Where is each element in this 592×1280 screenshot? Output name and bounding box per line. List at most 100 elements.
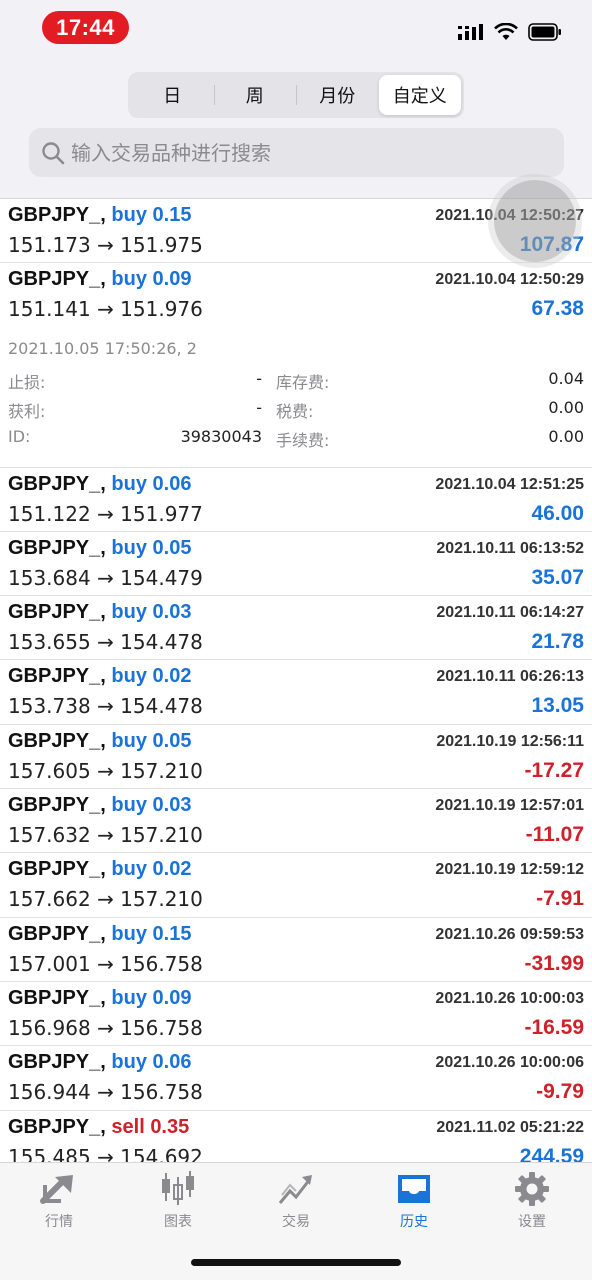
history-icon [398, 1175, 430, 1203]
tab-chart[interactable]: 图表 [128, 1171, 228, 1231]
tab-quotes[interactable]: 行情 [9, 1171, 109, 1231]
trade-symbol: GBPJPY_, buy 0.03 [8, 601, 191, 624]
header: 17:44 日 周 月份 自定义 [0, 0, 592, 198]
tab-trade[interactable]: 交易 [246, 1171, 346, 1231]
trade-symbol: GBPJPY_, sell 0.35 [8, 1116, 189, 1139]
stop-loss-label: 止损: [8, 372, 46, 392]
tab-label: 图表 [164, 1214, 192, 1230]
tab-history[interactable]: 历史 [364, 1171, 464, 1231]
trade-row[interactable]: GBPJPY_, buy 0.06 2021.10.26 10:00:06 15… [0, 1046, 592, 1111]
trade-symbol: GBPJPY_, buy 0.05 [8, 730, 191, 753]
quotes-icon [40, 1175, 73, 1204]
trade-profit: -11.07 [525, 823, 584, 847]
detail-open-time: 2021.10.05 17:50:26, 2 [8, 338, 197, 358]
trade-prices: 151.122 → 151.977 [8, 501, 203, 526]
swap-value: 0.04 [548, 368, 584, 388]
period-segmented-control: 日 周 月份 自定义 [128, 72, 464, 118]
trade-symbol: GBPJPY_, buy 0.06 [8, 1051, 191, 1074]
trade-symbol: GBPJPY_, buy 0.06 [8, 473, 191, 496]
search-input[interactable] [71, 140, 541, 165]
trade-side: buy 0.05 [111, 536, 192, 559]
trade-side: buy 0.06 [111, 1051, 192, 1074]
symbol-name: GBPJPY_, [8, 536, 106, 559]
trade-side: buy 0.09 [111, 268, 192, 291]
trade-datetime: 2021.10.19 12:59:12 [435, 861, 584, 879]
segment-week[interactable]: 周 [213, 75, 297, 115]
trade-symbol: GBPJPY_, buy 0.15 [8, 204, 191, 227]
trade-datetime: 2021.10.26 10:00:03 [435, 989, 584, 1007]
trade-history-list[interactable]: GBPJPY_, buy 0.15 2021.10.04 12:50:27 15… [0, 198, 592, 1162]
trade-datetime: 2021.10.19 12:57:01 [435, 797, 584, 815]
trade-symbol: GBPJPY_, buy 0.02 [8, 858, 191, 881]
trade-prices: 156.944 → 156.758 [8, 1080, 203, 1105]
symbol-name: GBPJPY_, [8, 665, 106, 688]
trade-row[interactable]: GBPJPY_, buy 0.03 2021.10.19 12:57:01 15… [0, 789, 592, 854]
trade-symbol: GBPJPY_, buy 0.03 [8, 794, 191, 817]
trade-datetime: 2021.10.04 12:51:25 [435, 475, 584, 493]
trade-datetime: 2021.10.04 12:50:29 [435, 271, 584, 289]
trade-row[interactable]: GBPJPY_, buy 0.09 2021.10.26 10:00:03 15… [0, 982, 592, 1047]
trade-row[interactable]: GBPJPY_, buy 0.06 2021.10.04 12:51:25 15… [0, 468, 592, 532]
trade-datetime: 2021.10.11 06:13:52 [436, 539, 584, 557]
trade-side: buy 0.15 [111, 922, 192, 945]
trade-side: buy 0.02 [111, 858, 192, 881]
trade-datetime: 2021.11.02 05:21:22 [436, 1118, 584, 1136]
trade-side: buy 0.05 [111, 729, 192, 752]
chart-icon [162, 1171, 194, 1205]
status-time: 17:44 [42, 11, 129, 44]
take-profit-label: 获利: [8, 401, 46, 421]
tab-settings[interactable]: 设置 [482, 1171, 582, 1231]
segment-custom[interactable]: 自定义 [378, 75, 461, 115]
trade-symbol: GBPJPY_, buy 0.09 [8, 268, 191, 291]
trade-prices: 157.001 → 156.758 [8, 951, 203, 976]
trade-detail-panel: 2021.10.05 17:50:26, 2 止损: - 库存费: 0.04 获… [0, 328, 592, 468]
symbol-name: GBPJPY_, [8, 204, 106, 226]
trade-row[interactable]: GBPJPY_, buy 0.02 2021.10.11 06:26:13 15… [0, 660, 592, 725]
trade-prices: 155.485 → 154.692 [8, 1144, 203, 1162]
tab-label: 行情 [45, 1214, 73, 1230]
segment-day[interactable]: 日 [131, 75, 214, 115]
trade-prices: 157.605 → 157.210 [8, 758, 203, 783]
trade-profit: 46.00 [531, 501, 584, 525]
symbol-name: GBPJPY_, [8, 1115, 106, 1138]
trade-profit: 21.78 [531, 630, 584, 654]
trade-row[interactable]: GBPJPY_, buy 0.15 2021.10.26 09:59:53 15… [0, 918, 592, 982]
taxes-value: 0.00 [548, 397, 584, 417]
symbol-name: GBPJPY_, [8, 1051, 106, 1074]
search-bar[interactable] [29, 128, 564, 177]
trade-row[interactable]: GBPJPY_, buy 0.09 2021.10.04 12:50:29 15… [0, 263, 592, 327]
signal-icon [458, 24, 483, 40]
symbol-name: GBPJPY_, [8, 858, 106, 881]
symbol-name: GBPJPY_, [8, 601, 106, 624]
trade-symbol: GBPJPY_, buy 0.09 [8, 987, 191, 1010]
symbol-name: GBPJPY_, [8, 794, 106, 817]
symbol-name: GBPJPY_, [8, 268, 106, 291]
trade-prices: 153.738 → 154.478 [8, 694, 203, 719]
battery-icon [528, 23, 561, 41]
trade-datetime: 2021.10.11 06:14:27 [436, 604, 584, 622]
taxes-label: 税费: [276, 401, 314, 421]
trade-row[interactable]: GBPJPY_, buy 0.02 2021.10.19 12:59:12 15… [0, 853, 592, 918]
touch-indicator [494, 180, 576, 262]
trade-prices: 153.655 → 154.478 [8, 630, 203, 655]
trade-row[interactable]: GBPJPY_, buy 0.05 2021.10.19 12:56:11 15… [0, 725, 592, 790]
search-icon [42, 141, 65, 164]
trade-row[interactable]: GBPJPY_, buy 0.03 2021.10.11 06:14:27 15… [0, 596, 592, 661]
trade-side: sell 0.35 [111, 1115, 190, 1138]
trade-profit: -7.91 [536, 887, 584, 911]
stop-loss-value: - [256, 368, 262, 388]
trade-prices: 153.684 → 154.479 [8, 565, 203, 590]
trade-prices: 151.141 → 151.976 [8, 297, 203, 322]
segment-month[interactable]: 月份 [296, 75, 379, 115]
trade-side: buy 0.09 [111, 986, 192, 1009]
tab-label: 设置 [518, 1214, 546, 1230]
trade-profit: -31.99 [524, 951, 584, 975]
tab-label: 交易 [282, 1214, 310, 1230]
trade-row[interactable]: GBPJPY_, buy 0.05 2021.10.11 06:13:52 15… [0, 532, 592, 597]
trade-profit: 13.05 [531, 694, 584, 718]
commission-label: 手续费: [276, 430, 330, 450]
trade-row[interactable]: GBPJPY_, sell 0.35 2021.11.02 05:21:22 1… [0, 1111, 592, 1162]
symbol-name: GBPJPY_, [8, 986, 106, 1009]
wifi-icon [494, 23, 518, 40]
trade-prices: 156.968 → 156.758 [8, 1015, 203, 1040]
